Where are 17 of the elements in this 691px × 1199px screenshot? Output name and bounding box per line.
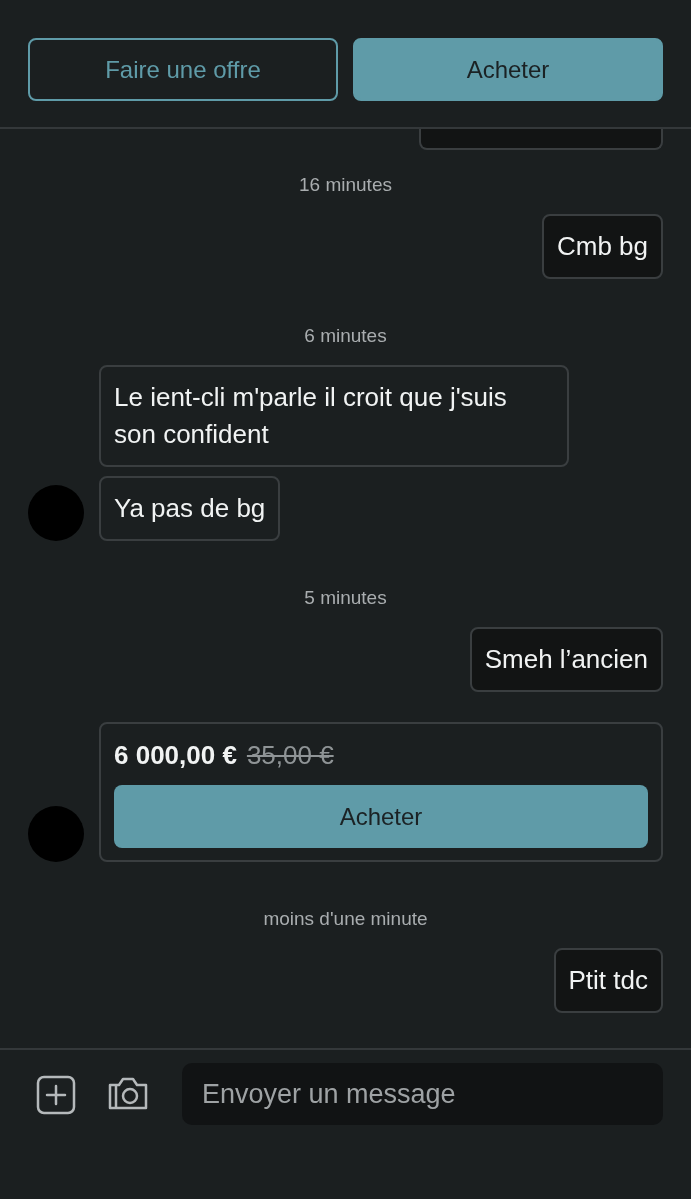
sent-message: Ptit tdc: [553, 948, 663, 1013]
message-timestamp: moins d'une minute: [263, 908, 428, 930]
received-message: Ya pas de bg: [99, 476, 281, 541]
received-message: Le ient-cli m'parle il croit que j'suis son confident: [99, 365, 569, 467]
message-timestamp: 5 minutes: [304, 587, 387, 609]
message-input[interactable]: Envoyer un message: [182, 1063, 663, 1125]
message-timestamp: 6 minutes: [304, 325, 387, 347]
sent-message: Smeh l’ancien: [469, 627, 663, 692]
sent-message: Cmb bg: [541, 214, 663, 279]
camera-icon[interactable]: [108, 1075, 148, 1111]
buy-button[interactable]: Acheter: [353, 38, 663, 101]
offer-button[interactable]: Faire une offre: [28, 38, 338, 101]
message-timestamp: 16 minutes: [299, 174, 392, 196]
buy-button[interactable]: Acheter: [114, 785, 648, 848]
offer-price: 6 000,00 €: [114, 740, 237, 771]
original-price: 35,00 €: [246, 740, 334, 771]
add-icon[interactable]: [36, 1075, 76, 1115]
